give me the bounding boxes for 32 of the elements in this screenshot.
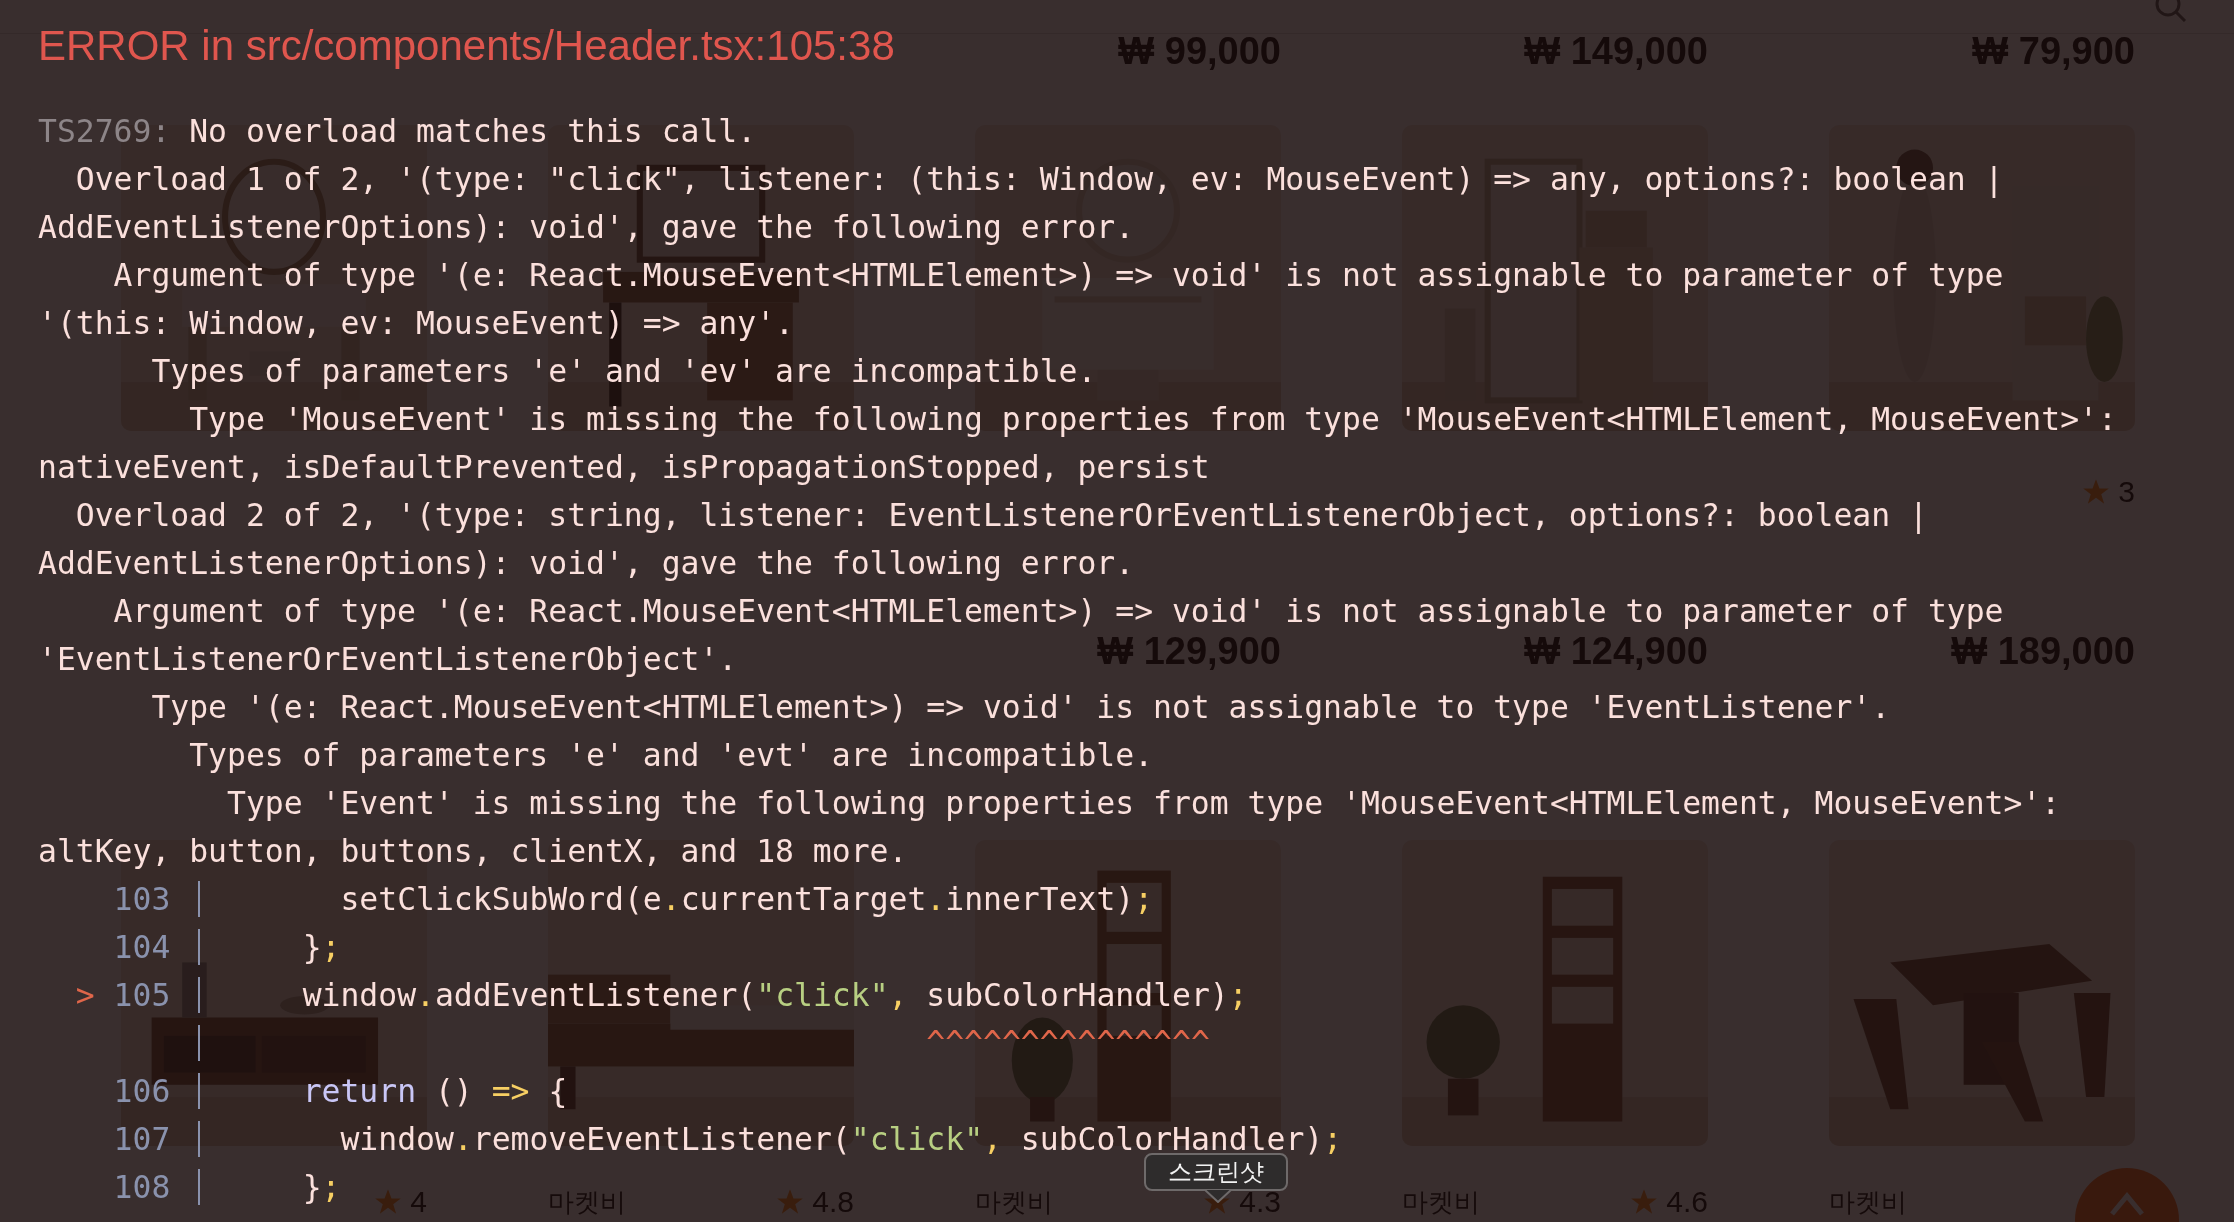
error-message: Types of parameters 'e' and 'evt' are incompatible. xyxy=(188,736,1154,775)
error-title: ERROR in src/components/Header.tsx:105:38 xyxy=(38,22,895,70)
code-text: setClickSubWord(e.currentTarget.innerText); xyxy=(339,880,1154,919)
line-number: 107 xyxy=(113,1120,171,1159)
code-text: }; xyxy=(301,1168,341,1207)
error-message: Type 'MouseEvent' is missing the following properties from type 'MouseEvent<HTMLElement, MouseEvent>': xyxy=(188,400,2117,439)
error-message: AddEventListenerOptions): void', gave the following error. xyxy=(38,208,1135,247)
line-number: 104 xyxy=(113,928,171,967)
error-underline: ^^^^^^^^^^^^^^^ xyxy=(925,1024,1210,1063)
error-message: Type '(e: React.MouseEvent<HTMLElement>) => void' is not assignable to type 'EventListener'. xyxy=(150,688,1891,727)
code-text: window.addEventListener("click", subColorHandler); xyxy=(301,976,1248,1015)
line-number: 105 xyxy=(113,976,171,1015)
error-message: Overload 2 of 2, '(type: string, listener: EventListenerOrEventListenerObject, options?: boolean | xyxy=(74,496,1928,536)
error-message: '(this: Window, ev: MouseEvent) => any'. xyxy=(38,304,794,343)
line-number: 106 xyxy=(113,1072,171,1111)
error-message: AddEventListenerOptions): void', gave the following error. xyxy=(38,544,1135,583)
error-message: Overload 1 of 2, '(type: "click", listener: (this: Window, ev: MouseEvent) => any, options?: boolean | xyxy=(74,160,2004,200)
error-message: Type 'Event' is missing the following properties from type 'MouseEvent<HTMLElement, MouseEvent>': xyxy=(226,784,2061,823)
line-number: 103 xyxy=(113,880,171,919)
error-message: altKey, button, buttons, clientX, and 18 more. xyxy=(38,832,908,871)
error-message: No overload matches this call. xyxy=(188,112,757,151)
error-message: nativeEvent, isDefaultPrevented, isPropagationStopped, persist xyxy=(38,448,1210,487)
line-number: 108 xyxy=(113,1168,171,1207)
error-message: Argument of type '(e: React.MouseEvent<HTMLElement>) => void' is not assignable to parameter of type xyxy=(112,256,2004,295)
error-message: Types of parameters 'e' and 'ev' are incompatible. xyxy=(150,352,1097,391)
code-text: }; xyxy=(301,928,341,967)
tooltip-arrow-icon xyxy=(1203,1189,1233,1203)
line-marker: > xyxy=(75,976,96,1015)
error-message: 'EventListenerOrEventListenerObject'. xyxy=(38,640,738,679)
code-text: return () => { xyxy=(301,1072,568,1111)
error-message: Argument of type '(e: React.MouseEvent<HTMLElement>) => void' is not assignable to parameter of type xyxy=(112,592,2004,631)
error-code: TS2769: xyxy=(38,112,171,151)
